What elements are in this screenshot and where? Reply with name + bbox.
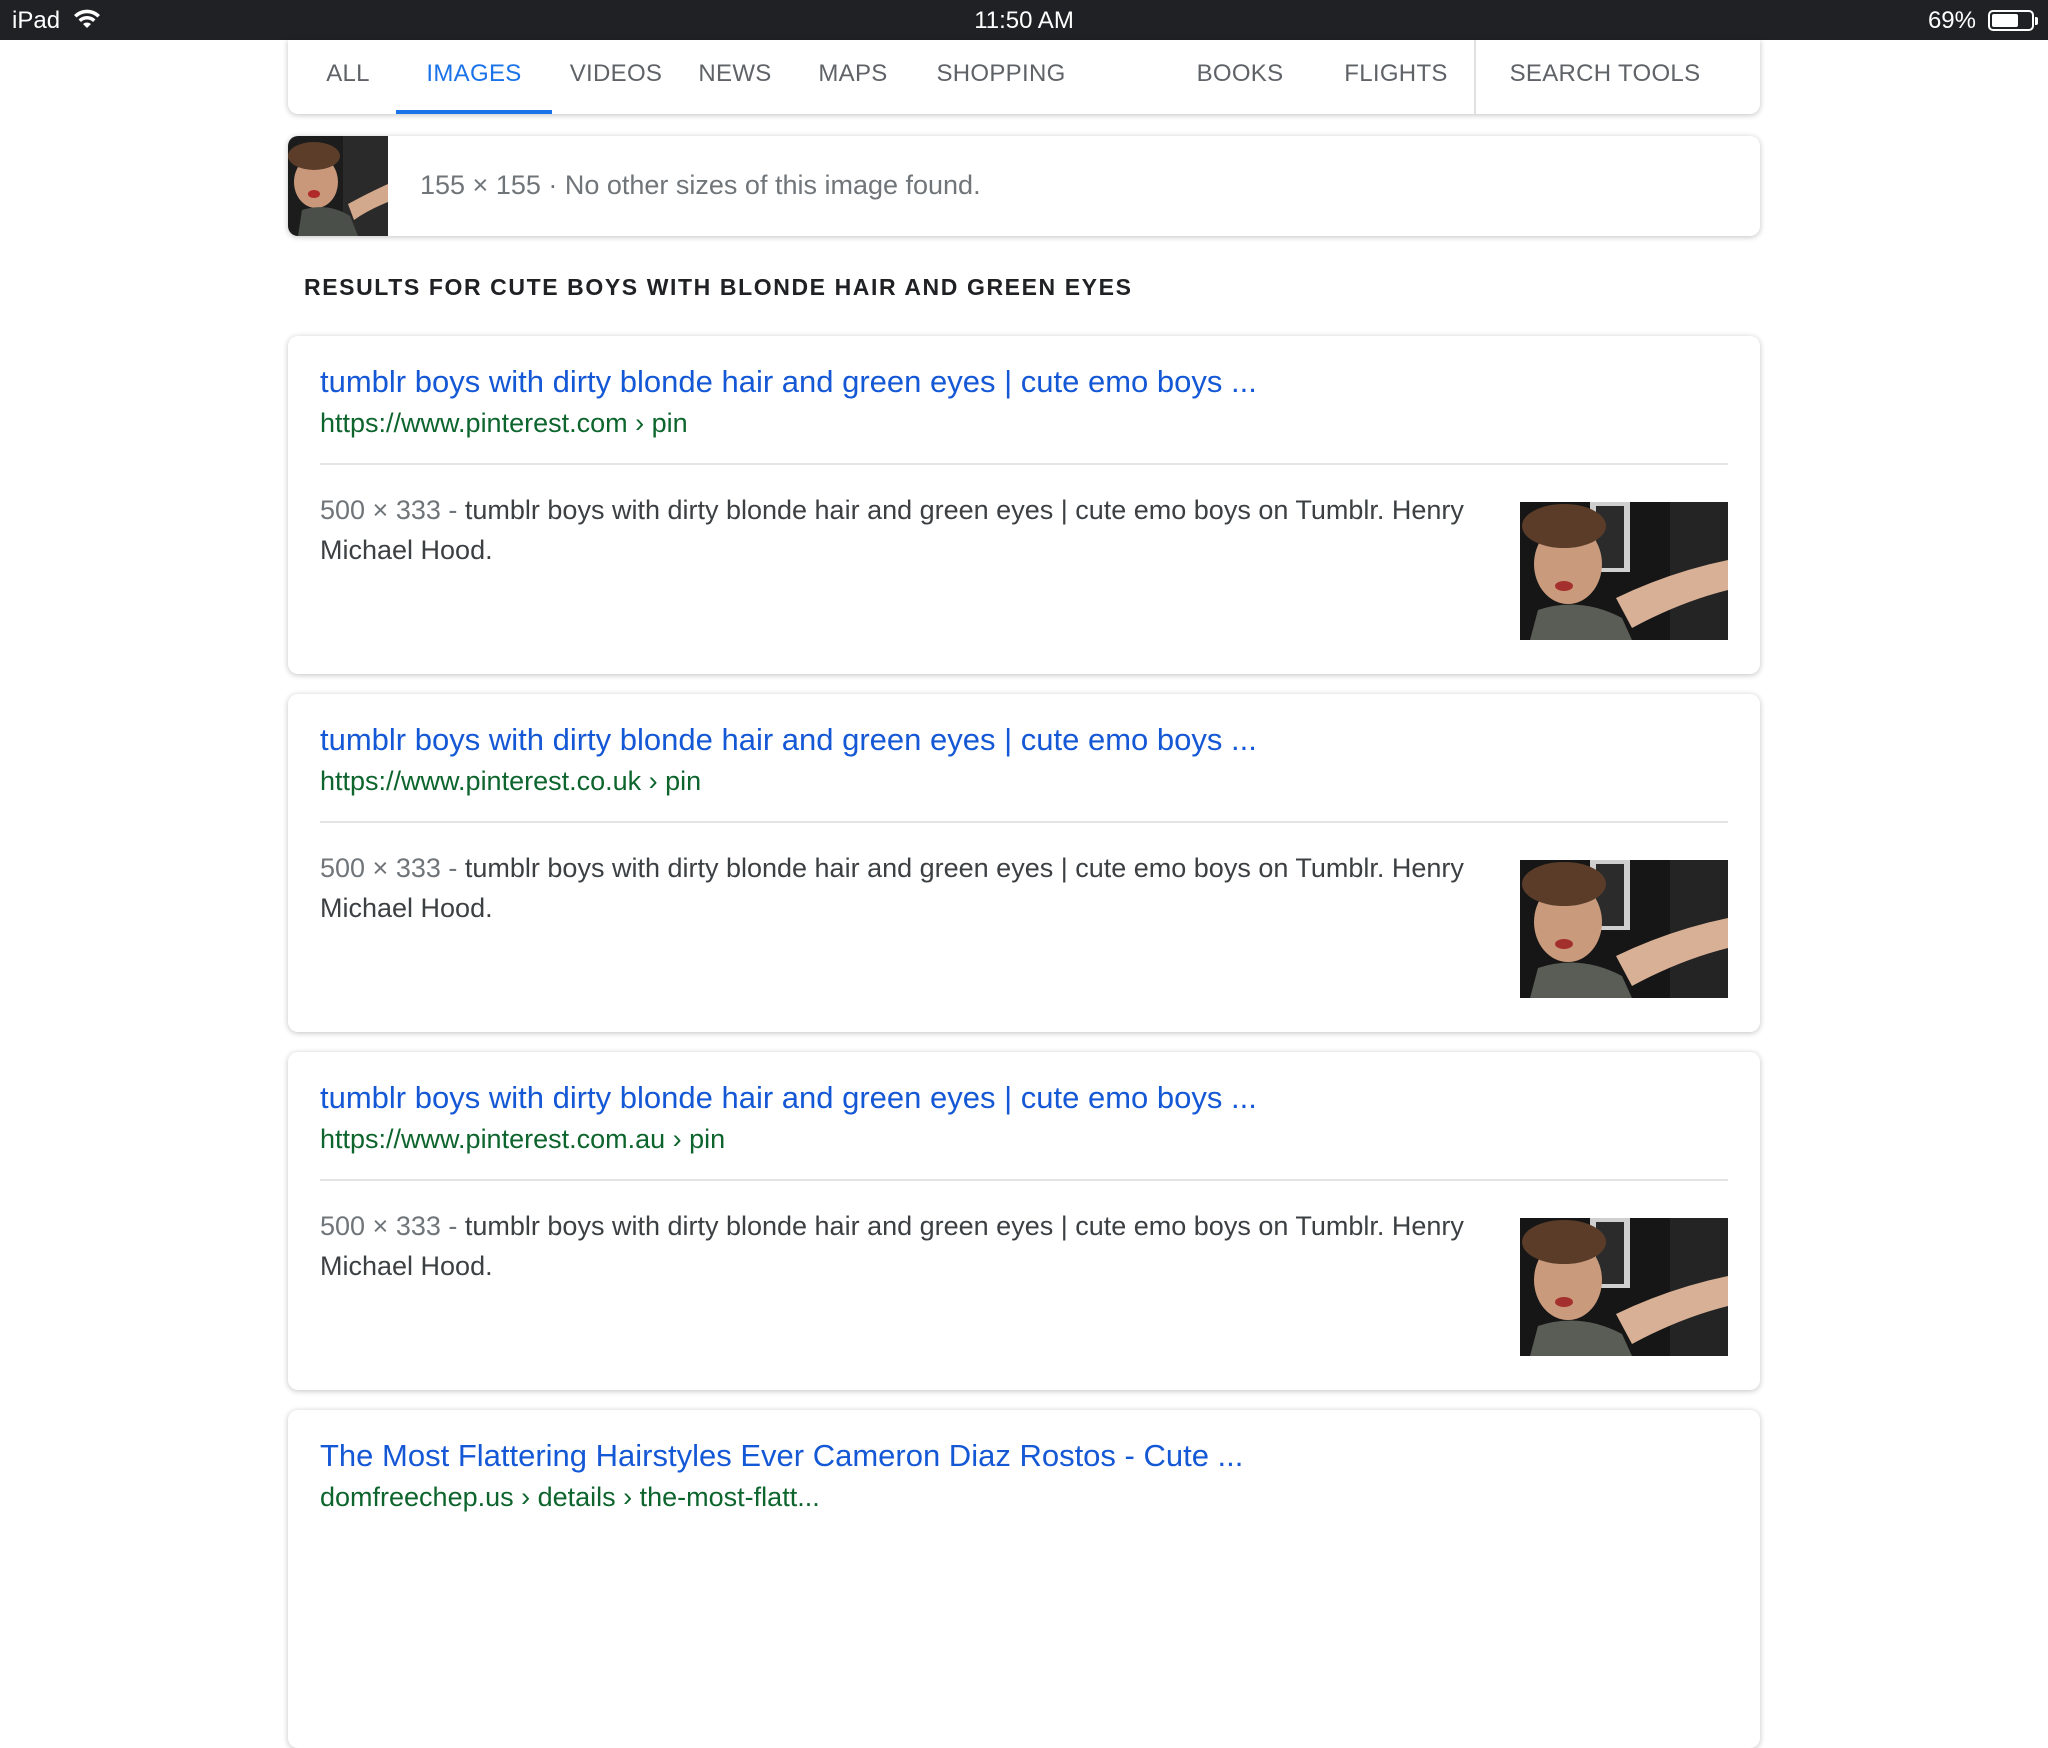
- result-description: tumblr boys with dirty blonde hair and g…: [320, 1211, 1464, 1281]
- tab-videos[interactable]: VIDEOS: [566, 40, 666, 114]
- tab-news[interactable]: NEWS: [692, 40, 778, 114]
- battery-fill: [1992, 14, 2018, 27]
- clock: 11:50 AM: [974, 7, 1074, 34]
- battery-percent: 69%: [1927, 7, 1976, 34]
- status-bar: iPad 11:50 AM 69%: [0, 0, 2048, 40]
- result-snippet: 500 × 333 - tumblr boys with dirty blond…: [320, 490, 1470, 570]
- image-size-text: 155 × 155 · No other sizes of this image…: [420, 170, 981, 200]
- tab-all[interactable]: ALL: [316, 40, 380, 114]
- result-dimensions: 500 × 333 -: [320, 495, 458, 525]
- result-thumbnail[interactable]: [1520, 502, 1728, 640]
- tab-images[interactable]: IMAGES: [396, 40, 552, 114]
- tab-maps[interactable]: MAPS: [808, 40, 898, 114]
- result-description: tumblr boys with dirty blonde hair and g…: [320, 853, 1464, 923]
- result-dimensions: 500 × 333 -: [320, 1211, 458, 1241]
- result-card: tumblr boys with dirty blonde hair and g…: [288, 336, 1760, 674]
- tab-shopping[interactable]: SHOPPING: [928, 40, 1074, 114]
- result-title-link[interactable]: tumblr boys with dirty blonde hair and g…: [320, 722, 1257, 758]
- result-dimensions: 500 × 333 -: [320, 853, 458, 883]
- result-url[interactable]: https://www.pinterest.co.uk › pin: [320, 766, 701, 797]
- battery-icon: [1988, 10, 2038, 31]
- tab-flights[interactable]: FLIGHTS: [1334, 40, 1458, 114]
- result-title-link[interactable]: tumblr boys with dirty blonde hair and g…: [320, 1080, 1257, 1116]
- search-tools-button[interactable]: SEARCH TOOLS: [1500, 40, 1710, 114]
- result-divider: [320, 1179, 1728, 1181]
- query-image-thumbnail[interactable]: [288, 136, 388, 236]
- result-description: tumblr boys with dirty blonde hair and g…: [320, 495, 1464, 565]
- result-card: tumblr boys with dirty blonde hair and g…: [288, 1052, 1760, 1390]
- result-title-link[interactable]: The Most Flattering Hairstyles Ever Came…: [320, 1438, 1243, 1474]
- search-tabs-bar: ALL IMAGES VIDEOS NEWS MAPS SHOPPING BOO…: [288, 40, 1760, 114]
- result-snippet: 500 × 333 - tumblr boys with dirty blond…: [320, 1206, 1470, 1286]
- image-info-card[interactable]: 155 × 155 · No other sizes of this image…: [288, 136, 1760, 236]
- result-card: The Most Flattering Hairstyles Ever Came…: [288, 1410, 1760, 1748]
- result-url[interactable]: https://www.pinterest.com › pin: [320, 408, 688, 439]
- result-divider: [320, 821, 1728, 823]
- result-url[interactable]: domfreechep.us › details › the-most-flat…: [320, 1482, 820, 1513]
- result-title-link[interactable]: tumblr boys with dirty blonde hair and g…: [320, 364, 1257, 400]
- result-thumbnail[interactable]: [1520, 1218, 1728, 1356]
- tab-books[interactable]: BOOKS: [1192, 40, 1288, 114]
- tab-divider: [1474, 40, 1476, 114]
- result-divider: [320, 463, 1728, 465]
- results-heading: RESULTS FOR CUTE BOYS WITH BLONDE HAIR A…: [304, 274, 1133, 300]
- result-card: tumblr boys with dirty blonde hair and g…: [288, 694, 1760, 1032]
- result-snippet: 500 × 333 - tumblr boys with dirty blond…: [320, 848, 1470, 928]
- result-thumbnail[interactable]: [1520, 860, 1728, 998]
- result-url[interactable]: https://www.pinterest.com.au › pin: [320, 1124, 725, 1155]
